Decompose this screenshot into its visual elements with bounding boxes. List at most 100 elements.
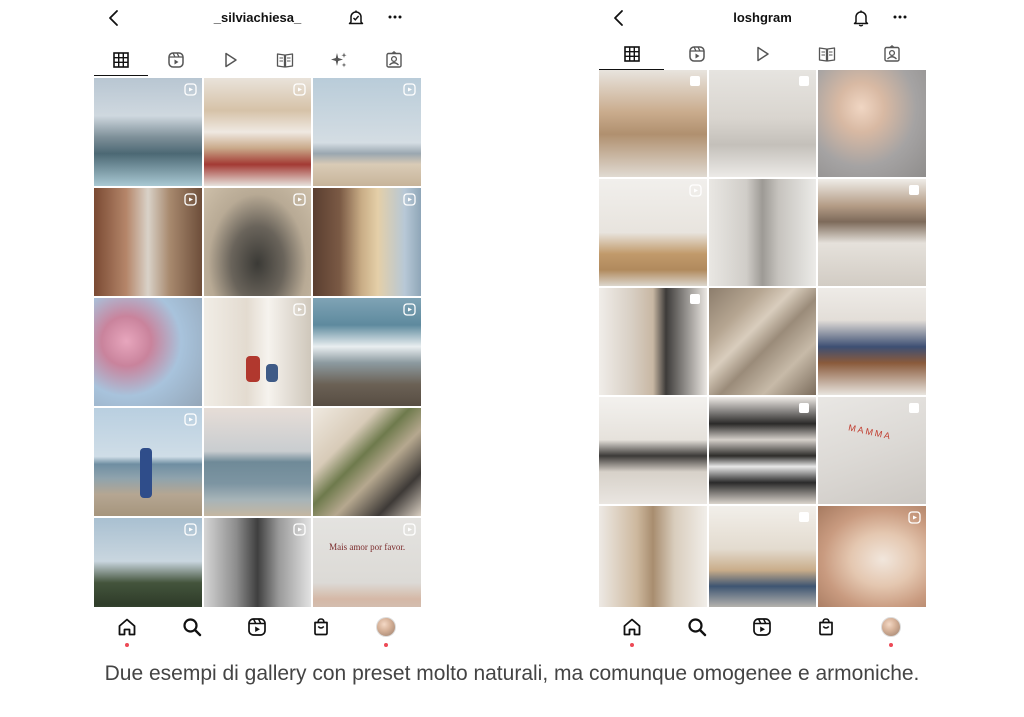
tab-grid[interactable] [94, 44, 148, 76]
nav-shop[interactable] [301, 616, 341, 644]
post-thumbnail[interactable] [94, 408, 202, 516]
nav-search[interactable] [677, 616, 717, 644]
reel-badge-icon [908, 511, 921, 524]
posts-grid: MAMMA [599, 70, 926, 607]
post-thumbnail[interactable] [599, 288, 707, 395]
nav-shop[interactable] [806, 616, 846, 644]
reel-badge-icon [184, 413, 197, 426]
reel-badge-icon [293, 303, 306, 316]
post-thumbnail[interactable] [203, 408, 312, 516]
post-thumbnail[interactable] [94, 78, 202, 186]
post-thumbnail[interactable] [818, 288, 926, 395]
post-thumbnail[interactable] [708, 70, 817, 177]
post-thumbnail[interactable] [203, 78, 312, 186]
post-thumbnail[interactable] [313, 298, 421, 406]
posts-grid: Mais amor por favor. [94, 78, 421, 607]
bottom-navigation [94, 612, 421, 648]
left-profile-screen: _silviachiesa_ Mais amor por favor. [94, 0, 421, 650]
tab-videos[interactable] [729, 38, 794, 70]
play-icon [225, 52, 237, 68]
carousel-badge-icon [689, 294, 700, 304]
tab-tagged[interactable] [859, 38, 924, 70]
reel-badge-icon [184, 83, 197, 96]
post-thumbnail[interactable] [599, 70, 707, 177]
post-thumbnail[interactable] [203, 188, 312, 296]
reel-badge-icon [293, 193, 306, 206]
notification-dot [384, 643, 388, 647]
post-thumbnail[interactable] [708, 397, 817, 504]
post-thumbnail[interactable] [94, 298, 202, 406]
post-thumbnail[interactable] [94, 518, 202, 607]
post-thumbnail[interactable] [599, 179, 707, 286]
more-options-icon[interactable] [889, 7, 911, 27]
notification-dot [125, 643, 129, 647]
right-profile-screen: loshgram MAMMA [599, 0, 926, 650]
tab-reels[interactable] [149, 44, 203, 76]
nav-profile[interactable] [871, 616, 911, 647]
post-thumbnail[interactable] [203, 298, 312, 406]
grid-icon [623, 46, 640, 62]
tab-reels[interactable] [664, 38, 729, 70]
post-overlay-text: Mais amor por favor. [329, 542, 406, 552]
home-icon [118, 618, 136, 636]
post-thumbnail[interactable] [818, 506, 926, 607]
child-figure [245, 356, 260, 382]
reels-icon [688, 46, 705, 62]
tab-guides[interactable] [258, 44, 312, 76]
profile-username: loshgram [733, 10, 792, 25]
post-thumbnail[interactable]: MAMMA [818, 397, 926, 504]
profile-tabs [94, 44, 421, 76]
carousel-badge-icon [908, 185, 919, 195]
sparkles-icon [331, 52, 347, 68]
post-thumbnail[interactable] [313, 408, 421, 516]
reel-badge-icon [689, 184, 702, 197]
tab-grid[interactable] [599, 38, 664, 70]
reels-icon [167, 52, 184, 68]
child-figure [140, 448, 152, 498]
post-thumbnail[interactable] [818, 70, 926, 177]
nav-search[interactable] [172, 616, 212, 644]
more-options-icon[interactable] [384, 7, 406, 27]
search-icon [183, 618, 202, 637]
nav-home[interactable] [612, 616, 652, 647]
nav-profile[interactable] [366, 616, 406, 647]
notification-dot [630, 643, 634, 647]
tab-guides[interactable] [794, 38, 859, 70]
shop-icon [314, 618, 328, 636]
shop-icon [819, 618, 833, 636]
tab-tagged[interactable] [367, 44, 421, 76]
post-thumbnail[interactable] [203, 518, 312, 607]
post-thumbnail[interactable] [708, 288, 817, 395]
post-thumbnail[interactable] [599, 397, 707, 504]
tagged-icon [385, 51, 402, 68]
notification-bell-icon[interactable] [851, 8, 871, 28]
tab-videos[interactable] [203, 44, 257, 76]
reel-badge-icon [293, 83, 306, 96]
post-thumbnail[interactable] [818, 179, 926, 286]
notification-bell-icon[interactable] [346, 8, 366, 28]
post-thumbnail[interactable] [708, 506, 817, 607]
post-thumbnail[interactable] [599, 506, 707, 607]
profile-username: _silviachiesa_ [213, 10, 302, 25]
reel-badge-icon [293, 523, 306, 536]
carousel-badge-icon [799, 76, 810, 86]
reel-badge-icon [184, 523, 197, 536]
top-bar: _silviachiesa_ [94, 0, 421, 36]
reels-icon [753, 618, 771, 636]
post-thumbnail[interactable] [708, 179, 817, 286]
bottom-navigation [599, 612, 926, 648]
figure-caption: Due esempi di gallery con preset molto n… [104, 662, 920, 685]
post-thumbnail[interactable]: Mais amor por favor. [313, 518, 421, 607]
tab-effects[interactable] [312, 44, 366, 76]
nav-reels[interactable] [742, 616, 782, 644]
search-icon [688, 618, 707, 637]
post-thumbnail[interactable] [313, 78, 421, 186]
reel-badge-icon [403, 523, 416, 536]
nav-home[interactable] [107, 616, 147, 647]
guide-icon [276, 53, 293, 68]
post-thumbnail[interactable] [94, 188, 202, 296]
nav-reels[interactable] [237, 616, 277, 644]
post-thumbnail[interactable] [313, 188, 421, 296]
profile-avatar [881, 617, 901, 637]
top-bar: loshgram [599, 0, 926, 36]
